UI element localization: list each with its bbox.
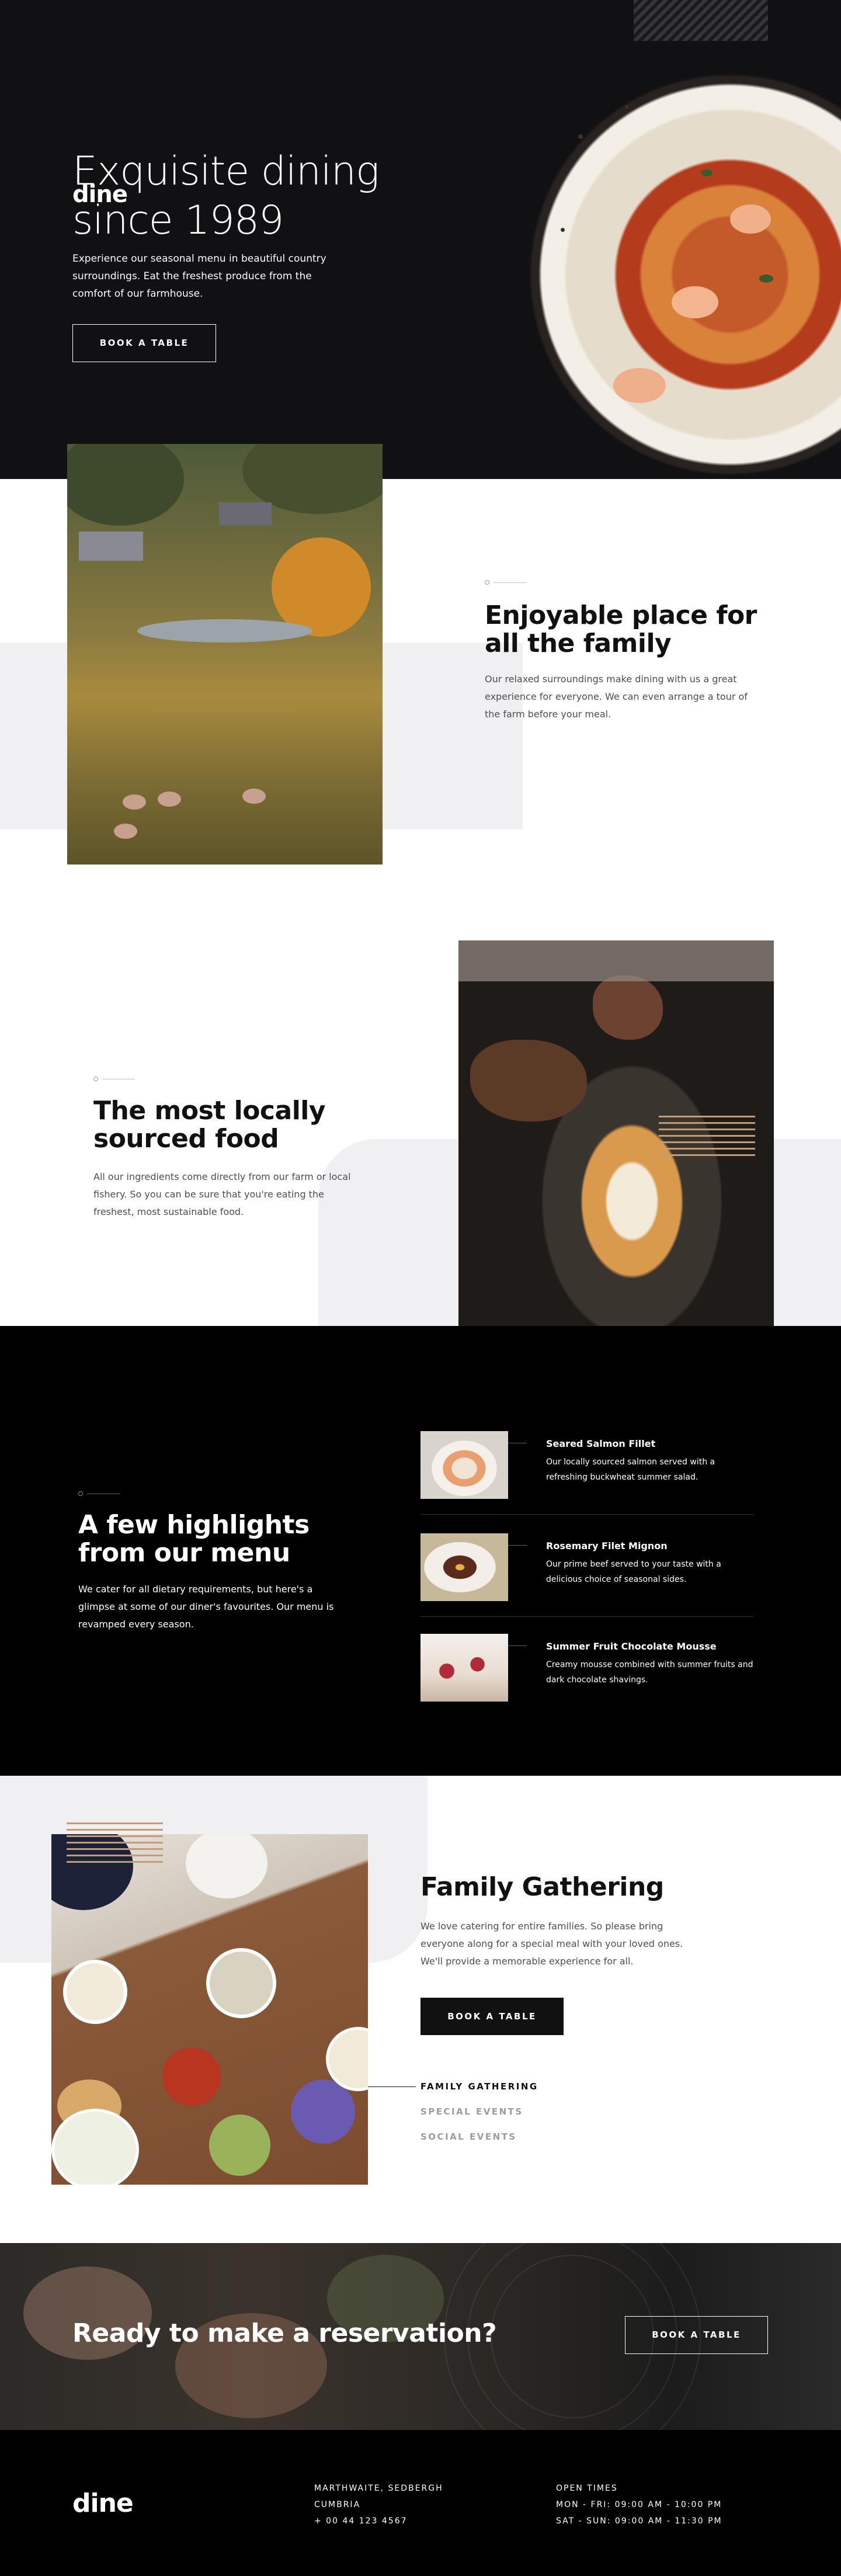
hero-section: Exquisite dining since 1989 dine Experie…	[0, 0, 841, 479]
tab-special-events[interactable]: SPECIAL EVENTS	[420, 2106, 523, 2117]
herb-leaf	[759, 275, 773, 283]
section-marker-dot	[93, 1077, 98, 1081]
hero-decorative-pattern	[634, 0, 768, 41]
salad-plate	[51, 2109, 139, 2185]
plate-speck	[625, 105, 628, 109]
footer-hours: OPEN TIMES MON - FRI: 09:00 AM - 10:00 P…	[556, 2480, 722, 2529]
menu-item-desc: Creamy mousse combined with summer fruit…	[546, 1660, 753, 1685]
site-footer: dine MARTHWAITE, SEDBERGH CUMBRIA + 00 4…	[0, 2430, 841, 2576]
chef-apron	[458, 940, 774, 981]
hand-shape	[593, 975, 663, 1040]
events-title: Family Gathering	[420, 1872, 664, 1902]
hand-shape	[470, 1040, 587, 1122]
section-marker-dot	[78, 1491, 83, 1496]
hours-title: OPEN TIMES	[556, 2484, 618, 2493]
tab-social-events[interactable]: SOCIAL EVENTS	[420, 2131, 517, 2142]
footer-address: MARTHWAITE, SEDBERGH CUMBRIA + 00 44 123…	[314, 2480, 443, 2529]
house-shape	[79, 532, 143, 561]
countryside-photo	[67, 444, 383, 865]
menu-item-title: Summer Fruit Chocolate Mousse	[546, 1641, 717, 1652]
events-text: We love catering for entire families. So…	[420, 1921, 683, 1967]
plate-speck	[578, 134, 583, 139]
stream-shape	[137, 619, 312, 643]
address-line: CUMBRIA	[314, 2500, 361, 2509]
mousse-dish-image	[420, 1634, 508, 1702]
hero-pasta-plate-image	[508, 53, 841, 479]
address-line: MARTHWAITE, SEDBERGH	[314, 2484, 443, 2493]
local-text: All our ingredients come directly from o…	[93, 1171, 351, 1217]
plate-shape	[63, 1960, 127, 2024]
flowers-shape	[291, 2079, 355, 2144]
highlights-text: We cater for all dietary requirements, b…	[78, 1584, 334, 1630]
highlights-title: A few highlights from our menu	[78, 1510, 310, 1568]
local-title: The most locally sourced food	[93, 1096, 326, 1154]
tomato-bowl	[162, 2047, 221, 2106]
person-shape	[186, 1834, 267, 1898]
section-marker-dot	[485, 580, 489, 585]
menu-item-salmon: Seared Salmon Fillet Our locally sourced…	[420, 1431, 753, 1515]
site-logo[interactable]: dine	[72, 181, 128, 208]
menu-item-mousse: Summer Fruit Chocolate Mousse Creamy mou…	[420, 1634, 753, 1704]
hero-book-table-button[interactable]: BOOK A TABLE	[72, 324, 216, 362]
menu-item-desc: Our prime beef served to your taste with…	[546, 1560, 721, 1584]
hours-weekend: SAT - SUN: 09:00 AM - 11:30 PM	[556, 2516, 722, 2526]
menu-item-title: Rosemary Filet Mignon	[546, 1540, 668, 1551]
shrimp-shape	[730, 204, 771, 234]
house-shape	[219, 502, 272, 526]
sheep-shape	[158, 791, 181, 807]
enjoyable-title: Enjoyable place for all the family	[485, 600, 757, 658]
tab-family-gathering[interactable]: FAMILY GATHERING	[420, 2081, 538, 2092]
salmon-dish-image	[420, 1431, 508, 1499]
sheep-shape	[114, 824, 137, 839]
footer-logo[interactable]: dine	[72, 2488, 134, 2518]
shrimp-shape	[613, 368, 666, 403]
plate-shape	[206, 1948, 276, 2018]
menu-item-filet: Rosemary Filet Mignon Our prime beef ser…	[420, 1533, 753, 1617]
menu-separator	[420, 1616, 753, 1617]
decorative-stripes	[659, 1116, 755, 1157]
decorative-stripes	[67, 1822, 163, 1863]
herb-leaf	[701, 169, 713, 176]
reservation-cta-section: Ready to make a reservation? BOOK A TABL…	[0, 2243, 841, 2430]
filet-dish-image	[420, 1533, 508, 1601]
plate-speck	[561, 228, 565, 232]
salad-bowl	[209, 2115, 270, 2176]
events-book-table-button[interactable]: BOOK A TABLE	[420, 1998, 564, 2035]
section-marker-line	[494, 582, 526, 583]
shrimp-shape	[672, 286, 718, 318]
enjoyable-text: Our relaxed surroundings make dining wit…	[485, 673, 748, 720]
reservation-book-table-button[interactable]: BOOK A TABLE	[625, 2316, 768, 2354]
family-meal-photo	[51, 1834, 368, 2185]
reservation-title: Ready to make a reservation?	[72, 2318, 497, 2348]
sheep-shape	[123, 794, 146, 810]
menu-connector-line	[508, 1545, 527, 1546]
menu-item-title: Seared Salmon Fillet	[546, 1438, 656, 1449]
hero-description: Experience our seasonal menu in beautifu…	[72, 253, 326, 300]
menu-connector-line	[508, 1645, 527, 1646]
phone-number: + 00 44 123 4567	[314, 2516, 408, 2526]
tree-shape	[67, 444, 184, 526]
autumn-tree	[272, 537, 371, 637]
menu-item-desc: Our locally sourced salmon served with a…	[546, 1457, 715, 1482]
menu-separator	[420, 1514, 753, 1515]
sheep-shape	[242, 789, 266, 804]
hours-weekday: MON - FRI: 09:00 AM - 10:00 PM	[556, 2500, 722, 2509]
